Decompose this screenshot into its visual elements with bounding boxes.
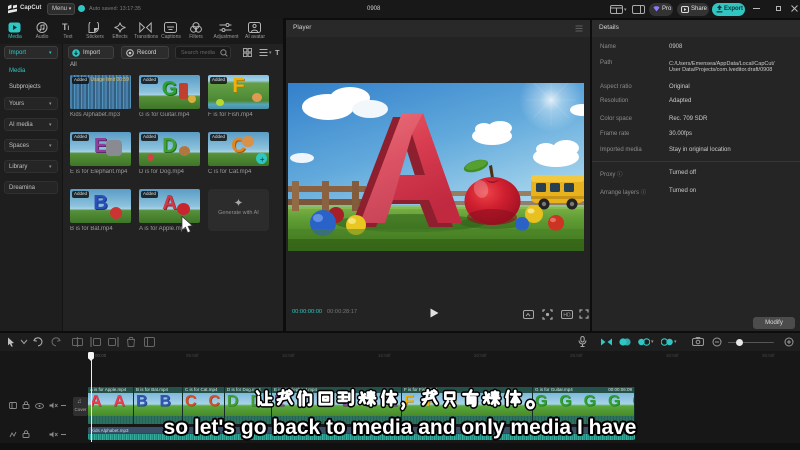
svg-text:HD: HD	[563, 313, 571, 319]
